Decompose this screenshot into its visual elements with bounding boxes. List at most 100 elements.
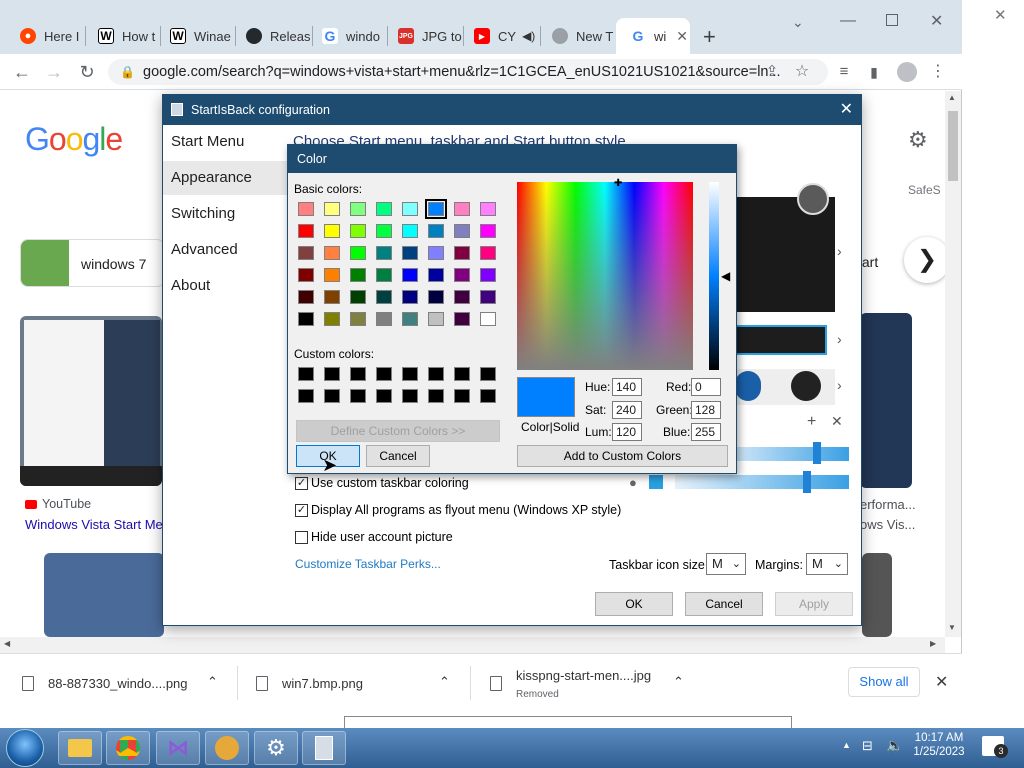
- tab-reddit[interactable]: ● Here I: [6, 18, 82, 54]
- nav-switching[interactable]: Switching: [171, 197, 287, 231]
- custom-color-swatch[interactable]: [428, 367, 444, 381]
- custom-color-swatch[interactable]: [298, 367, 314, 381]
- close-tab-icon[interactable]: ✕: [676, 28, 688, 45]
- result-thumbnail-right[interactable]: [860, 313, 912, 488]
- sat-field[interactable]: 240: [612, 401, 642, 419]
- lum-field[interactable]: 120: [612, 423, 642, 441]
- start-orb-icon[interactable]: [6, 729, 44, 767]
- basic-color-swatch[interactable]: [350, 290, 366, 304]
- basic-color-swatch[interactable]: [454, 224, 470, 238]
- apply-button[interactable]: Apply: [775, 592, 853, 616]
- basic-color-swatch[interactable]: [402, 312, 418, 326]
- add-icon[interactable]: +: [807, 413, 816, 431]
- basic-color-swatch[interactable]: [376, 246, 392, 260]
- slider-thumb[interactable]: [813, 442, 821, 464]
- basic-color-swatch[interactable]: [428, 246, 444, 260]
- related-chip-windows7[interactable]: windows 7: [20, 239, 165, 287]
- tab-youtube[interactable]: ▶ CY ◀): [460, 18, 540, 54]
- customize-taskbar-link[interactable]: Customize Taskbar Perks...: [295, 557, 441, 571]
- result-thumbnail-bottom-right[interactable]: [862, 553, 892, 637]
- basic-color-swatch[interactable]: [402, 202, 418, 216]
- opacity-slider-1[interactable]: [735, 447, 849, 461]
- display-all-checkbox[interactable]: ✓: [295, 504, 308, 517]
- basic-color-swatch[interactable]: [402, 290, 418, 304]
- basic-color-swatch[interactable]: [454, 268, 470, 282]
- basic-color-swatch[interactable]: [480, 290, 496, 304]
- google-logo[interactable]: Google: [25, 121, 123, 158]
- close-downloads-icon[interactable]: ✕: [935, 672, 948, 692]
- opacity-slider-2[interactable]: [675, 475, 849, 489]
- volume-icon[interactable]: 🔈: [886, 737, 903, 754]
- chevron-right-icon[interactable]: ›: [837, 377, 842, 393]
- basic-color-swatch[interactable]: [324, 268, 340, 282]
- orb-previews[interactable]: [735, 369, 835, 405]
- color-cancel-button[interactable]: Cancel: [366, 445, 430, 467]
- basic-color-swatch[interactable]: [428, 224, 444, 238]
- basic-color-swatch[interactable]: [350, 246, 366, 260]
- chevron-up-icon[interactable]: ⌃: [439, 674, 450, 690]
- basic-color-swatch[interactable]: [298, 268, 314, 282]
- basic-color-swatch[interactable]: [350, 312, 366, 326]
- color-swatch-button[interactable]: [649, 475, 663, 489]
- basic-color-swatch[interactable]: [324, 202, 340, 216]
- result-title-left[interactable]: Windows Vista Start Men: [25, 517, 170, 532]
- forward-icon[interactable]: →: [44, 62, 64, 82]
- custom-color-swatch[interactable]: [402, 367, 418, 381]
- red-field[interactable]: 0: [691, 378, 721, 396]
- nav-about[interactable]: About: [171, 269, 287, 303]
- basic-color-swatch[interactable]: [376, 268, 392, 282]
- basic-color-swatch[interactable]: [454, 202, 470, 216]
- basic-color-swatch[interactable]: [376, 312, 392, 326]
- custom-color-swatch[interactable]: [350, 367, 366, 381]
- color-spectrum[interactable]: ✚: [517, 179, 693, 370]
- basic-color-swatch[interactable]: [298, 312, 314, 326]
- basic-color-swatch[interactable]: [298, 202, 314, 216]
- result-thumbnail-left[interactable]: [20, 316, 162, 486]
- outer-close-icon[interactable]: ✕: [994, 6, 1007, 24]
- download-item-1[interactable]: 88-887330_windo....png ⌃: [22, 654, 232, 713]
- chip-next-arrow-icon[interactable]: ❯: [904, 237, 945, 283]
- media-queue-icon[interactable]: ≡: [834, 62, 854, 82]
- custom-color-swatch[interactable]: [350, 389, 366, 403]
- basic-color-swatch[interactable]: [298, 246, 314, 260]
- scroll-thumb[interactable]: [948, 111, 958, 181]
- slider-thumb[interactable]: [803, 471, 811, 493]
- custom-color-swatch[interactable]: [428, 389, 444, 403]
- basic-color-swatch[interactable]: [324, 290, 340, 304]
- address-bar[interactable]: 🔒 google.com/search?q=windows+vista+star…: [108, 59, 828, 85]
- maximize-icon[interactable]: [886, 14, 898, 26]
- cancel-button[interactable]: Cancel: [685, 592, 763, 616]
- basic-color-swatch[interactable]: [480, 246, 496, 260]
- custom-color-swatch[interactable]: [402, 389, 418, 403]
- tab-jpg-to-png[interactable]: JPG JPG to: [384, 18, 464, 54]
- menu-kebab-icon[interactable]: ⋮: [928, 62, 948, 82]
- result-thumbnail-bottom-left[interactable]: [44, 553, 164, 637]
- basic-color-swatch[interactable]: [428, 312, 444, 326]
- basic-color-swatch[interactable]: [402, 246, 418, 260]
- tab-new-tab[interactable]: New T: [538, 18, 616, 54]
- hue-field[interactable]: 140: [612, 378, 642, 396]
- profile-avatar-icon[interactable]: [897, 62, 917, 82]
- bookmark-star-icon[interactable]: ☆: [792, 62, 812, 82]
- basic-color-swatch[interactable]: [350, 224, 366, 238]
- close-icon[interactable]: ✕: [840, 95, 853, 125]
- luminance-bar[interactable]: [709, 182, 719, 370]
- basic-color-swatch[interactable]: [324, 224, 340, 238]
- result-source-youtube[interactable]: YouTube: [25, 497, 91, 511]
- basic-color-swatch[interactable]: [454, 312, 470, 326]
- download-item-2[interactable]: win7.bmp.png ⌃: [256, 654, 466, 713]
- close-window-icon[interactable]: ✕: [930, 11, 943, 31]
- basic-color-swatch[interactable]: [454, 290, 470, 304]
- add-to-custom-colors-button[interactable]: Add to Custom Colors: [517, 445, 728, 467]
- custom-color-swatch[interactable]: [454, 367, 470, 381]
- basic-color-swatch[interactable]: [298, 224, 314, 238]
- custom-color-swatch[interactable]: [298, 389, 314, 403]
- basic-color-swatch[interactable]: [454, 246, 470, 260]
- basic-color-swatch[interactable]: [480, 224, 496, 238]
- basic-color-swatch[interactable]: [350, 202, 366, 216]
- basic-color-swatch[interactable]: [480, 312, 496, 326]
- blue-field[interactable]: 255: [691, 423, 721, 441]
- custom-color-swatch[interactable]: [480, 367, 496, 381]
- taskbar-startisback[interactable]: [302, 731, 346, 765]
- custom-color-swatch[interactable]: [454, 389, 470, 403]
